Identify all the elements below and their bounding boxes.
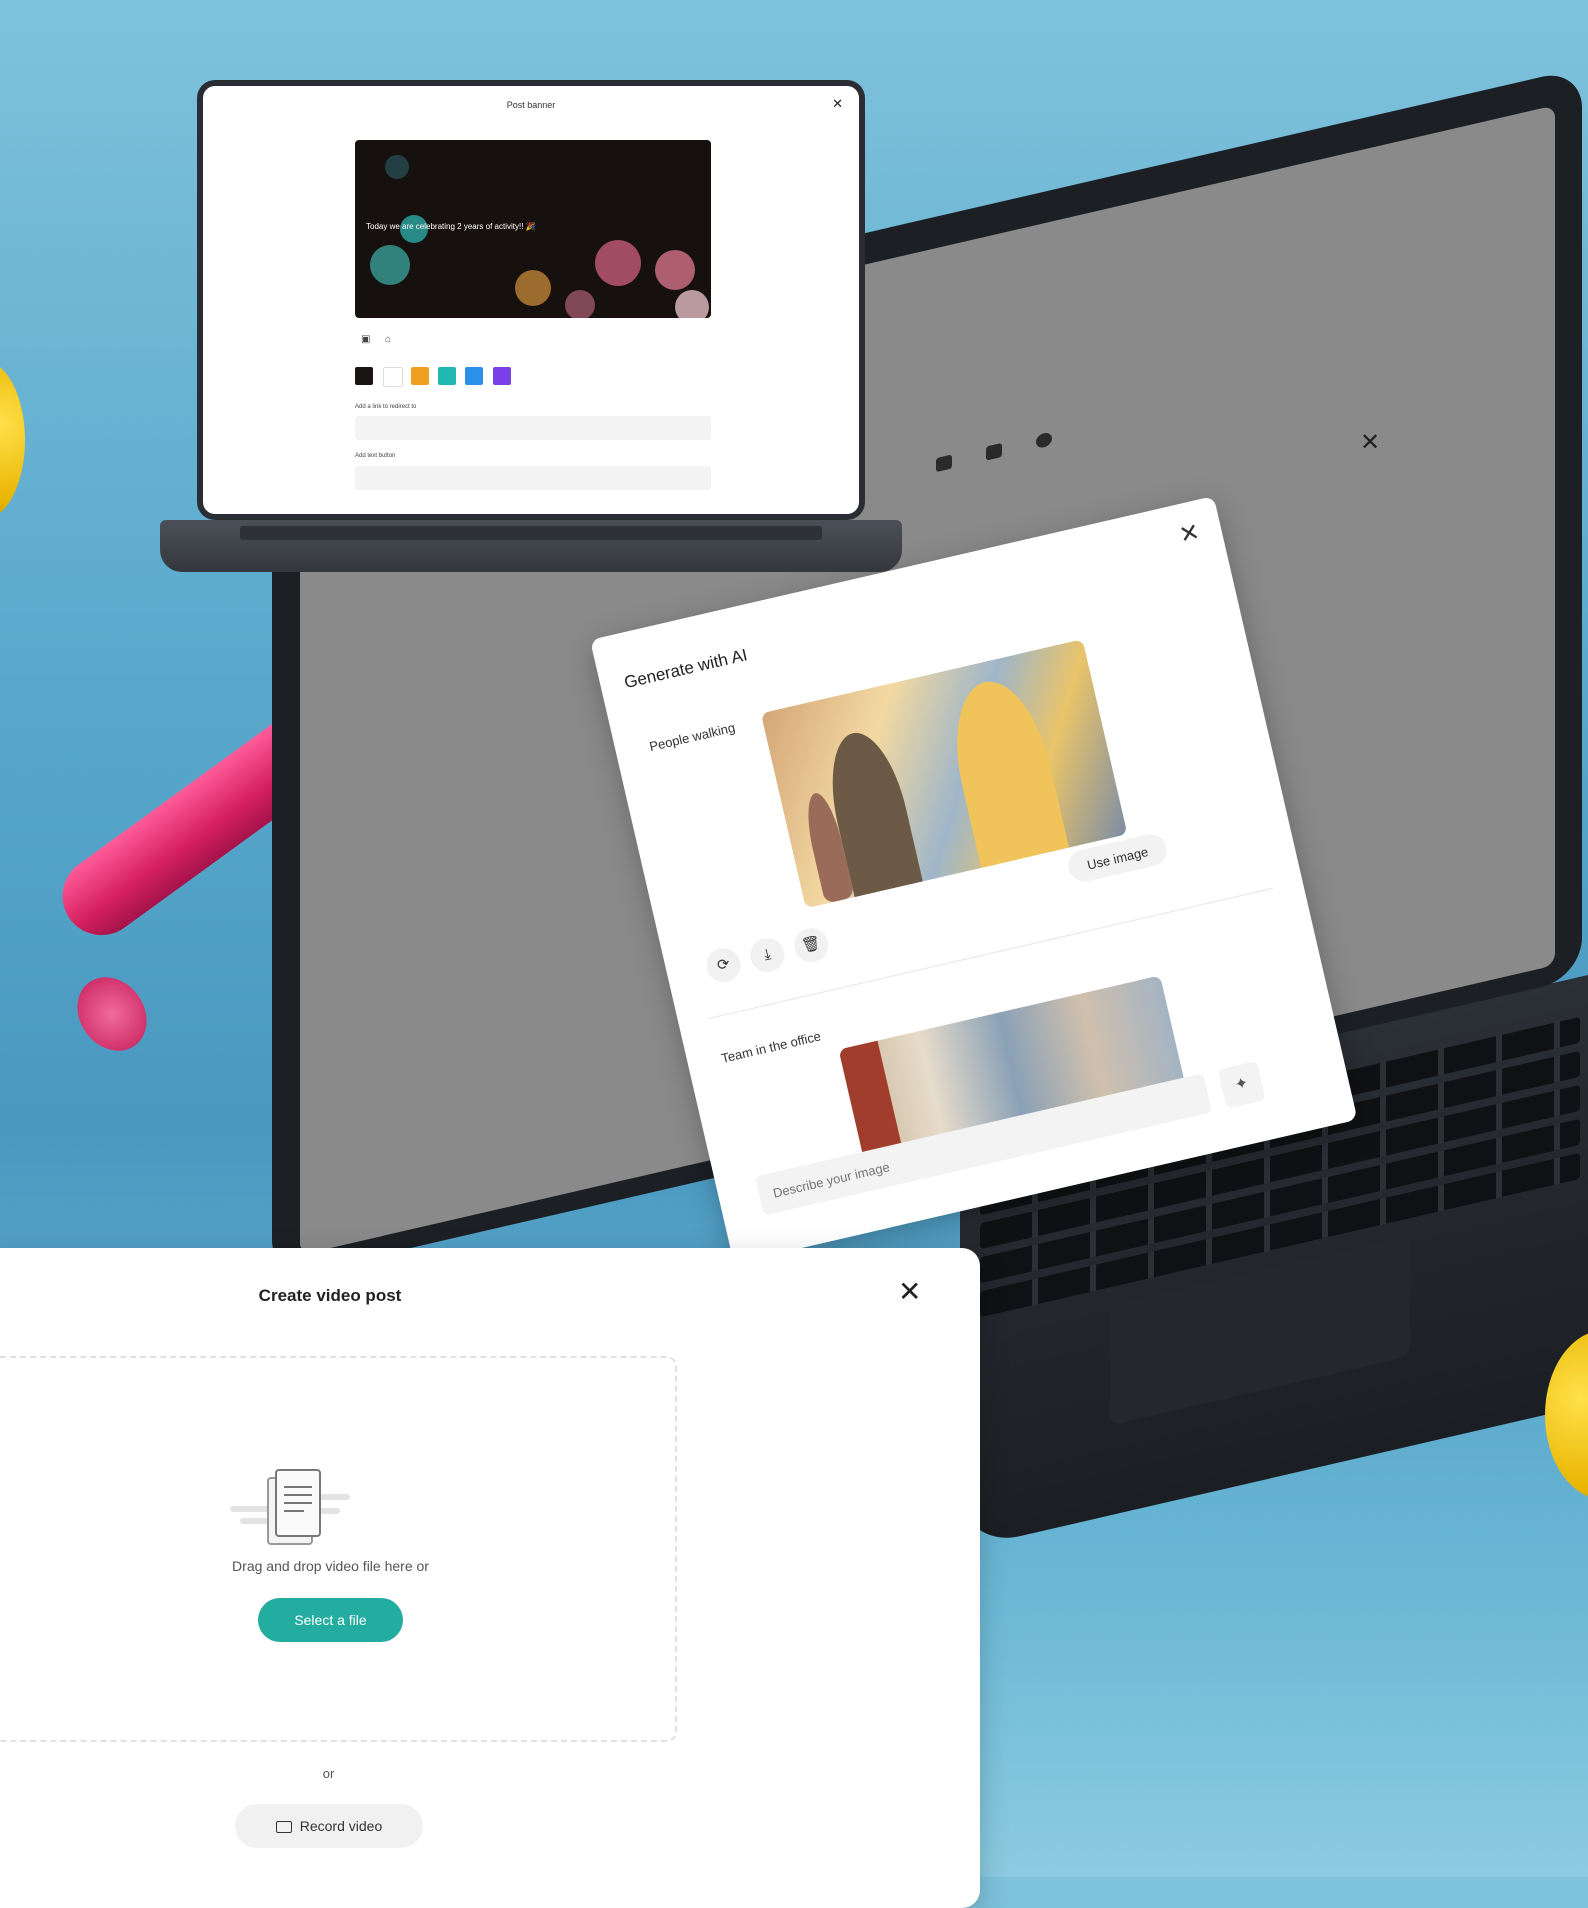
create-video-modal: Create video post ✕ Drag and drop video …: [0, 1248, 980, 1908]
close-icon[interactable]: ✕: [898, 1278, 921, 1306]
yellow-shape-decoration: [0, 360, 25, 520]
color-swatch[interactable]: [411, 367, 429, 385]
or-separator: or: [322, 1766, 335, 1781]
banner-preview: Today we are celebrating 2 years of acti…: [355, 140, 711, 318]
small-laptop-base: [160, 520, 902, 572]
color-swatch[interactable]: [383, 367, 403, 387]
ai-modal-title: Generate with AI: [622, 645, 750, 693]
color-swatch[interactable]: [355, 367, 373, 385]
modal-title: Create video post: [258, 1286, 402, 1305]
download-icon[interactable]: ⤓: [747, 934, 788, 976]
record-video-button[interactable]: Record video: [235, 1804, 423, 1848]
post-banner-modal: Post banner ✕ Today we are celebrating 2…: [203, 86, 859, 514]
trash-icon[interactable]: ⌂: [385, 334, 391, 345]
document-icon[interactable]: [936, 454, 952, 473]
close-icon[interactable]: ✕: [832, 96, 843, 112]
gallery-icon[interactable]: [986, 442, 1002, 461]
prompt-label-2: Team in the office: [719, 1028, 823, 1066]
refresh-icon[interactable]: ⟳: [703, 944, 744, 986]
button-field-label: Add text button: [355, 453, 396, 459]
banner-text: Today we are celebrating 2 years of acti…: [366, 222, 536, 231]
post-banner-title: Post banner: [506, 100, 556, 110]
dropzone-instruction: Drag and drop video file here or: [232, 1558, 429, 1574]
prompt-label-1: People walking: [647, 719, 737, 755]
select-file-button[interactable]: Select a file: [258, 1598, 403, 1642]
record-video-label: Record video: [299, 1818, 383, 1834]
link-field[interactable]: [355, 416, 711, 440]
color-swatch[interactable]: [465, 367, 483, 385]
laptop-close-icon[interactable]: ✕: [1360, 428, 1380, 457]
pink-cylinder-cap-decoration: [63, 963, 161, 1065]
magic-wand-icon[interactable]: ✦: [1217, 1060, 1266, 1109]
button-field[interactable]: [355, 466, 711, 490]
video-camera-icon: [275, 1821, 292, 1834]
link-field-label: Add a link to redirect to: [355, 404, 417, 410]
color-swatch[interactable]: [438, 367, 456, 385]
trash-icon[interactable]: 🗑: [790, 924, 832, 966]
color-swatch[interactable]: [493, 367, 511, 385]
info-icon[interactable]: [1036, 431, 1052, 450]
image-icon[interactable]: ▣: [361, 334, 370, 345]
divider: [708, 887, 1274, 1020]
close-icon[interactable]: ✕: [1177, 519, 1203, 550]
document-upload-icon: [230, 1469, 350, 1545]
video-dropzone[interactable]: Drag and drop video file here or Select …: [0, 1356, 677, 1742]
